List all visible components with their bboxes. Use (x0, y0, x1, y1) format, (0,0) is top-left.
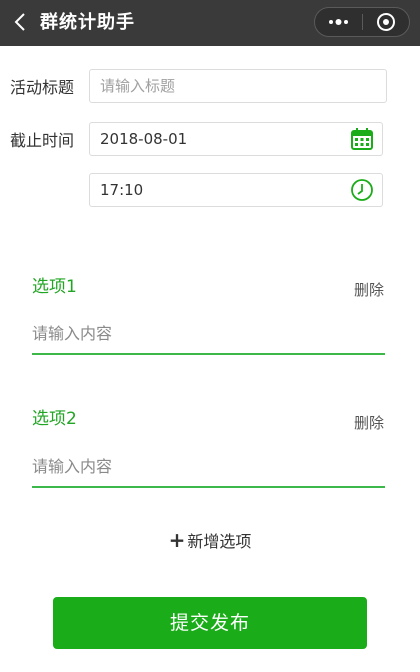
option-1-title: 选项1 (32, 277, 77, 297)
deadline-time-field[interactable]: 17:10 (89, 173, 383, 207)
add-option-label: 新增选项 (187, 532, 252, 551)
deadline-time-value: 17:10 (100, 181, 144, 199)
capsule-menu (314, 7, 410, 37)
navigation-bar: 群统计助手 (0, 0, 420, 46)
chevron-left-icon[interactable] (10, 11, 32, 33)
app-title: 群统计助手 (40, 12, 135, 33)
deadline-date-field[interactable]: 2018-08-01 (89, 122, 383, 156)
add-option-button[interactable]: + 新增选项 (0, 528, 420, 552)
option-2-delete-button[interactable]: 删除 (354, 412, 384, 433)
option-2-title: 选项2 (32, 409, 77, 429)
deadline-label: 截止时间 (10, 131, 75, 150)
calendar-icon[interactable] (350, 127, 374, 151)
plus-icon: + (168, 528, 186, 552)
target-circle-icon[interactable] (363, 8, 409, 36)
deadline-date-value: 2018-08-01 (100, 130, 188, 148)
submit-button[interactable]: 提交发布 (53, 597, 367, 649)
option-1-input[interactable] (32, 313, 385, 355)
activity-title-field[interactable] (89, 69, 387, 103)
more-dots-icon[interactable] (315, 8, 362, 36)
option-2-input[interactable] (32, 446, 385, 488)
activity-title-label: 活动标题 (10, 78, 75, 97)
clock-icon[interactable] (350, 178, 374, 202)
activity-title-input[interactable] (100, 70, 376, 102)
option-1-delete-button[interactable]: 删除 (354, 279, 384, 300)
